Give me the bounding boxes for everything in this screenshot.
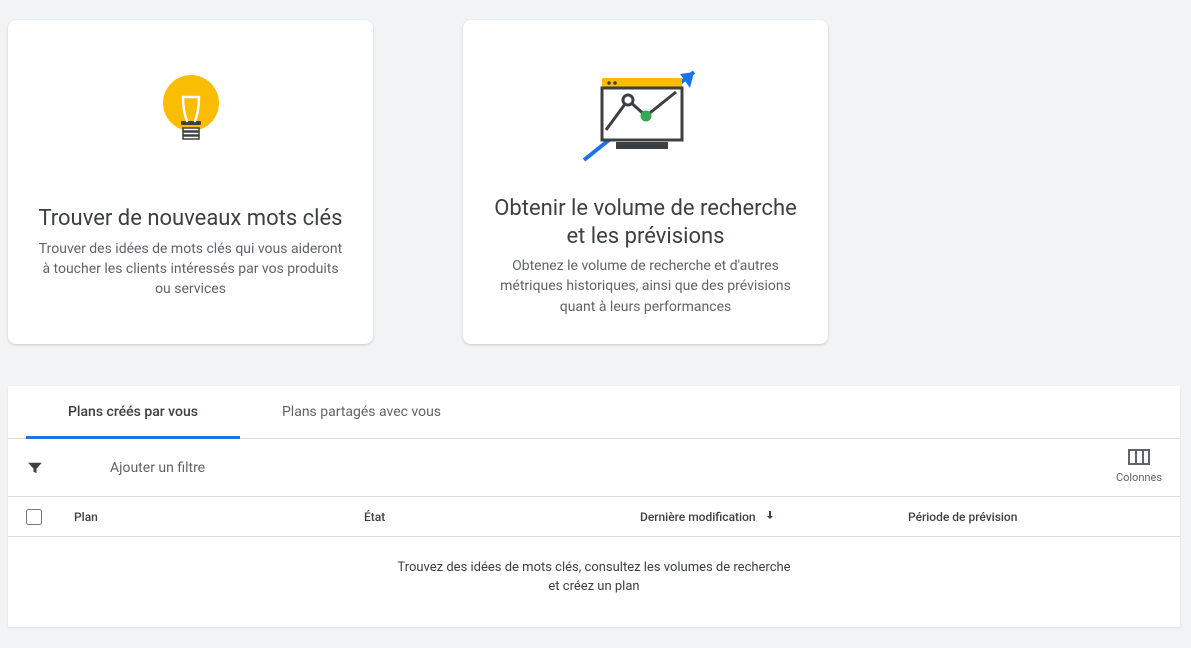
chart-arrow-icon: [576, 60, 716, 170]
filter-icon[interactable]: [26, 459, 70, 477]
col-header-modified[interactable]: Dernière modification: [640, 509, 908, 524]
columns-icon: [1128, 449, 1150, 468]
col-header-period[interactable]: Période de prévision: [908, 510, 1180, 524]
col-header-state[interactable]: État: [364, 510, 640, 524]
tab-shared-plans[interactable]: Plans partagés avec vous: [240, 386, 483, 438]
card-search-volume[interactable]: Obtenir le volume de recherche et les pr…: [463, 20, 828, 344]
select-all-checkbox[interactable]: [26, 509, 42, 525]
tab-my-plans[interactable]: Plans créés par vous: [26, 386, 240, 439]
lightbulb-icon: [153, 60, 229, 180]
col-header-modified-label: Dernière modification: [640, 510, 756, 524]
card-desc: Trouver des idées de mots clés qui vous …: [36, 239, 345, 300]
sort-desc-icon: [764, 509, 776, 524]
columns-label: Colonnes: [1116, 471, 1162, 484]
card-find-keywords[interactable]: Trouver de nouveaux mots clés Trouver de…: [8, 20, 373, 344]
col-header-plan[interactable]: Plan: [74, 510, 364, 524]
empty-state: Trouvez des idées de mots clés, consulte…: [8, 537, 1180, 627]
columns-button[interactable]: Colonnes: [1116, 449, 1162, 484]
add-filter-button[interactable]: Ajouter un filtre: [110, 460, 205, 476]
card-title: Trouver de nouveaux mots clés: [38, 205, 342, 233]
empty-state-text: Trouvez des idées de mots clés, consulte…: [394, 559, 794, 597]
card-title: Obtenir le volume de recherche et les pr…: [491, 195, 800, 250]
card-desc: Obtenez le volume de recherche et d'autr…: [491, 256, 800, 317]
plans-table: Plans créés par vous Plans partagés avec…: [8, 386, 1180, 627]
